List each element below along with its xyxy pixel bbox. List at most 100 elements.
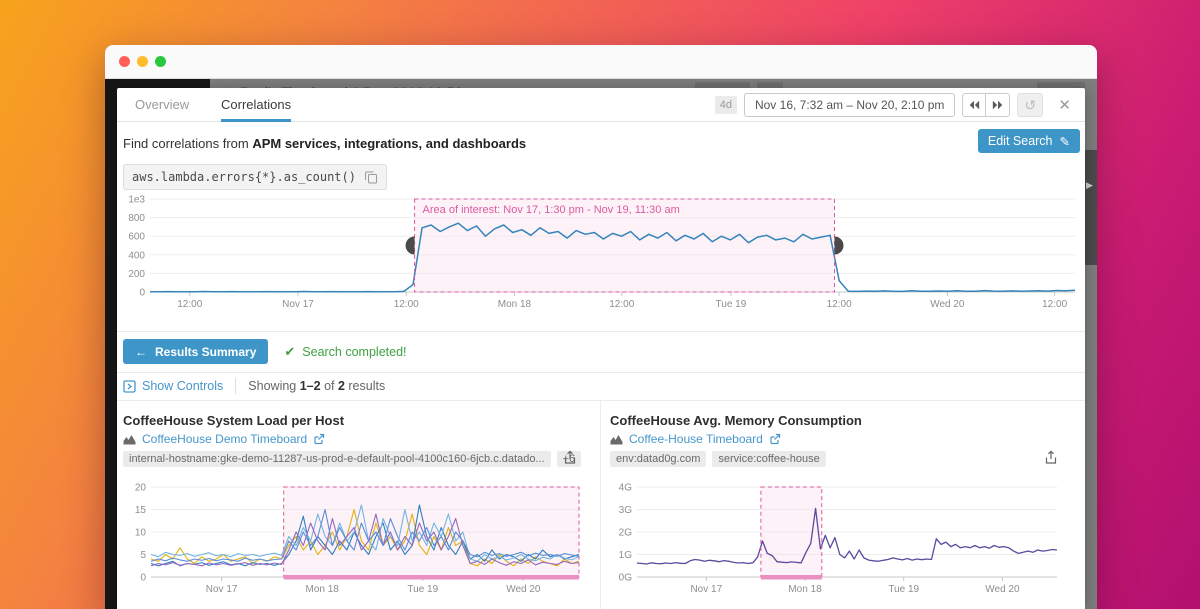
memory-consumption-chart[interactable]: 4G3G2G1G0GNov 17Mon 18Tue 19Wed 20 [610, 479, 1080, 597]
svg-text:2G: 2G [619, 528, 633, 539]
time-range-input[interactable]: Nov 16, 7:32 am – Nov 20, 2:10 pm [744, 93, 955, 117]
svg-text:600: 600 [128, 232, 145, 243]
tab-overview[interactable]: Overview [135, 88, 189, 122]
double-right-icon [991, 99, 1005, 111]
result-card-memory: CoffeeHouse Avg. Memory Consumption Coff… [610, 401, 1080, 609]
browser-window: ★ Paul's Timeboard 9 Dec 2019 13:56 ▶ Ov… [105, 45, 1097, 609]
pencil-icon: ✎ [1060, 134, 1070, 149]
window-minimize-button[interactable] [137, 56, 148, 67]
correlations-panel: Overview Correlations 4d Nov 16, 7:32 am… [117, 88, 1085, 609]
svg-text:Tue 19: Tue 19 [716, 299, 747, 310]
svg-text:5: 5 [140, 550, 146, 561]
divider [117, 372, 1085, 373]
svg-text:0: 0 [139, 288, 145, 299]
svg-text:800: 800 [128, 213, 145, 224]
svg-text:3G: 3G [619, 505, 633, 516]
expand-panel-icon [123, 380, 136, 393]
area-of-interest-label: Area of interest: Nov 17, 1:30 pm - Nov … [423, 204, 680, 216]
timeboard-icon [610, 434, 623, 445]
svg-text:Tue 19: Tue 19 [407, 584, 438, 595]
scope-tag: service:coffee-house [712, 451, 825, 467]
results-summary-button[interactable]: ← Results Summary [123, 339, 268, 364]
svg-text:Wed 20: Wed 20 [506, 584, 541, 595]
svg-text:0: 0 [140, 573, 146, 584]
close-icon: ✕ [1058, 97, 1071, 114]
copy-icon[interactable] [364, 170, 378, 184]
area-handle-left[interactable] [406, 237, 415, 255]
svg-text:400: 400 [128, 250, 145, 261]
svg-text:Mon 18: Mon 18 [788, 584, 822, 595]
external-link-icon[interactable] [769, 433, 781, 445]
series-avg-memory [637, 508, 1057, 564]
panel-tabbar: Overview Correlations 4d Nov 16, 7:32 am… [117, 88, 1085, 122]
tab-correlations[interactable]: Correlations [221, 88, 291, 122]
svg-text:200: 200 [128, 269, 145, 280]
results-count: Showing 1–2 of 2 results [248, 379, 385, 393]
svg-text:20: 20 [135, 483, 147, 494]
svg-text:Nov 17: Nov 17 [282, 299, 314, 310]
shift-forward-button[interactable] [986, 93, 1010, 117]
query-pill[interactable]: aws.lambda.errors{*}.as_count() [123, 164, 387, 190]
svg-text:Mon 18: Mon 18 [498, 299, 532, 310]
export-button[interactable] [563, 450, 577, 470]
export-icon [563, 450, 577, 465]
scope-tag: env:datad0g.com [610, 451, 706, 467]
area-of-interest-bar [284, 575, 579, 580]
svg-text:Nov 17: Nov 17 [690, 584, 722, 595]
svg-text:Tue 19: Tue 19 [888, 584, 919, 595]
svg-text:12:00: 12:00 [609, 299, 634, 310]
divider [117, 331, 1085, 332]
subtitle-prefix: Find correlations from [123, 136, 252, 151]
svg-text:1e3: 1e3 [128, 195, 145, 206]
svg-text:12:00: 12:00 [394, 299, 419, 310]
result-card-system-load: CoffeeHouse System Load per Host CoffeeH… [123, 401, 585, 609]
query-text: aws.lambda.errors{*}.as_count() [132, 170, 356, 184]
undo-icon: ↺ [1025, 97, 1037, 113]
svg-text:10: 10 [135, 528, 147, 539]
duration-badge: 4d [715, 96, 737, 114]
edit-search-button[interactable]: Edit Search ✎ [978, 129, 1080, 153]
external-link-icon[interactable] [313, 433, 325, 445]
scope-tag: internal-hostname:gke-demo-11287-us-prod… [123, 451, 551, 467]
results-summary-label: Results Summary [155, 345, 256, 359]
revert-time-button[interactable]: ↺ [1017, 93, 1043, 117]
card-title: CoffeeHouse System Load per Host [123, 413, 344, 428]
play-icon: ▶ [1086, 180, 1093, 191]
window-zoom-button[interactable] [155, 56, 166, 67]
double-left-icon [967, 99, 981, 111]
svg-text:Nov 17: Nov 17 [206, 584, 238, 595]
svg-text:15: 15 [135, 505, 147, 516]
area-of-interest-bar [761, 575, 822, 580]
system-load-chart[interactable]: 20151050Nov 17Mon 18Tue 19Wed 20 [123, 479, 585, 597]
svg-text:12:00: 12:00 [1042, 299, 1067, 310]
window-close-button[interactable] [119, 56, 130, 67]
close-panel-button[interactable]: ✕ [1050, 96, 1075, 114]
divider [600, 401, 601, 609]
card-title: CoffeeHouse Avg. Memory Consumption [610, 413, 862, 428]
svg-text:Wed 20: Wed 20 [930, 299, 965, 310]
svg-text:1G: 1G [619, 550, 633, 561]
export-icon [1044, 450, 1058, 465]
show-controls-link[interactable]: Show Controls [123, 379, 223, 393]
export-button[interactable] [1044, 450, 1058, 470]
find-correlations-label: Find correlations from APM services, int… [123, 136, 526, 151]
subtitle-sources: APM services, integrations, and dashboar… [252, 136, 526, 151]
svg-text:12:00: 12:00 [177, 299, 202, 310]
timeboard-link[interactable]: Coffee-House Timeboard [629, 432, 763, 446]
svg-text:12:00: 12:00 [827, 299, 852, 310]
timeboard-link[interactable]: CoffeeHouse Demo Timeboard [142, 432, 307, 446]
area-handle-right[interactable] [835, 237, 844, 255]
divider [235, 378, 236, 394]
show-controls-label: Show Controls [142, 379, 223, 393]
svg-text:0G: 0G [619, 573, 633, 584]
main-errors-chart[interactable]: 1e3 800 600 400 200 0 12:00 Nov 17 12:00 Mon 18 12… [117, 192, 1085, 310]
gradient-background: ★ Paul's Timeboard 9 Dec 2019 13:56 ▶ Ov… [0, 0, 1200, 609]
check-icon: ✔ [284, 344, 295, 360]
shift-back-button[interactable] [962, 93, 986, 117]
back-arrow-icon: ← [135, 345, 147, 359]
window-titlebar [105, 45, 1097, 79]
search-completed-label: Search completed! [302, 345, 406, 359]
edit-search-label: Edit Search [988, 134, 1053, 148]
svg-text:Wed 20: Wed 20 [985, 584, 1020, 595]
search-completed-status: ✔ Search completed! [284, 344, 406, 360]
